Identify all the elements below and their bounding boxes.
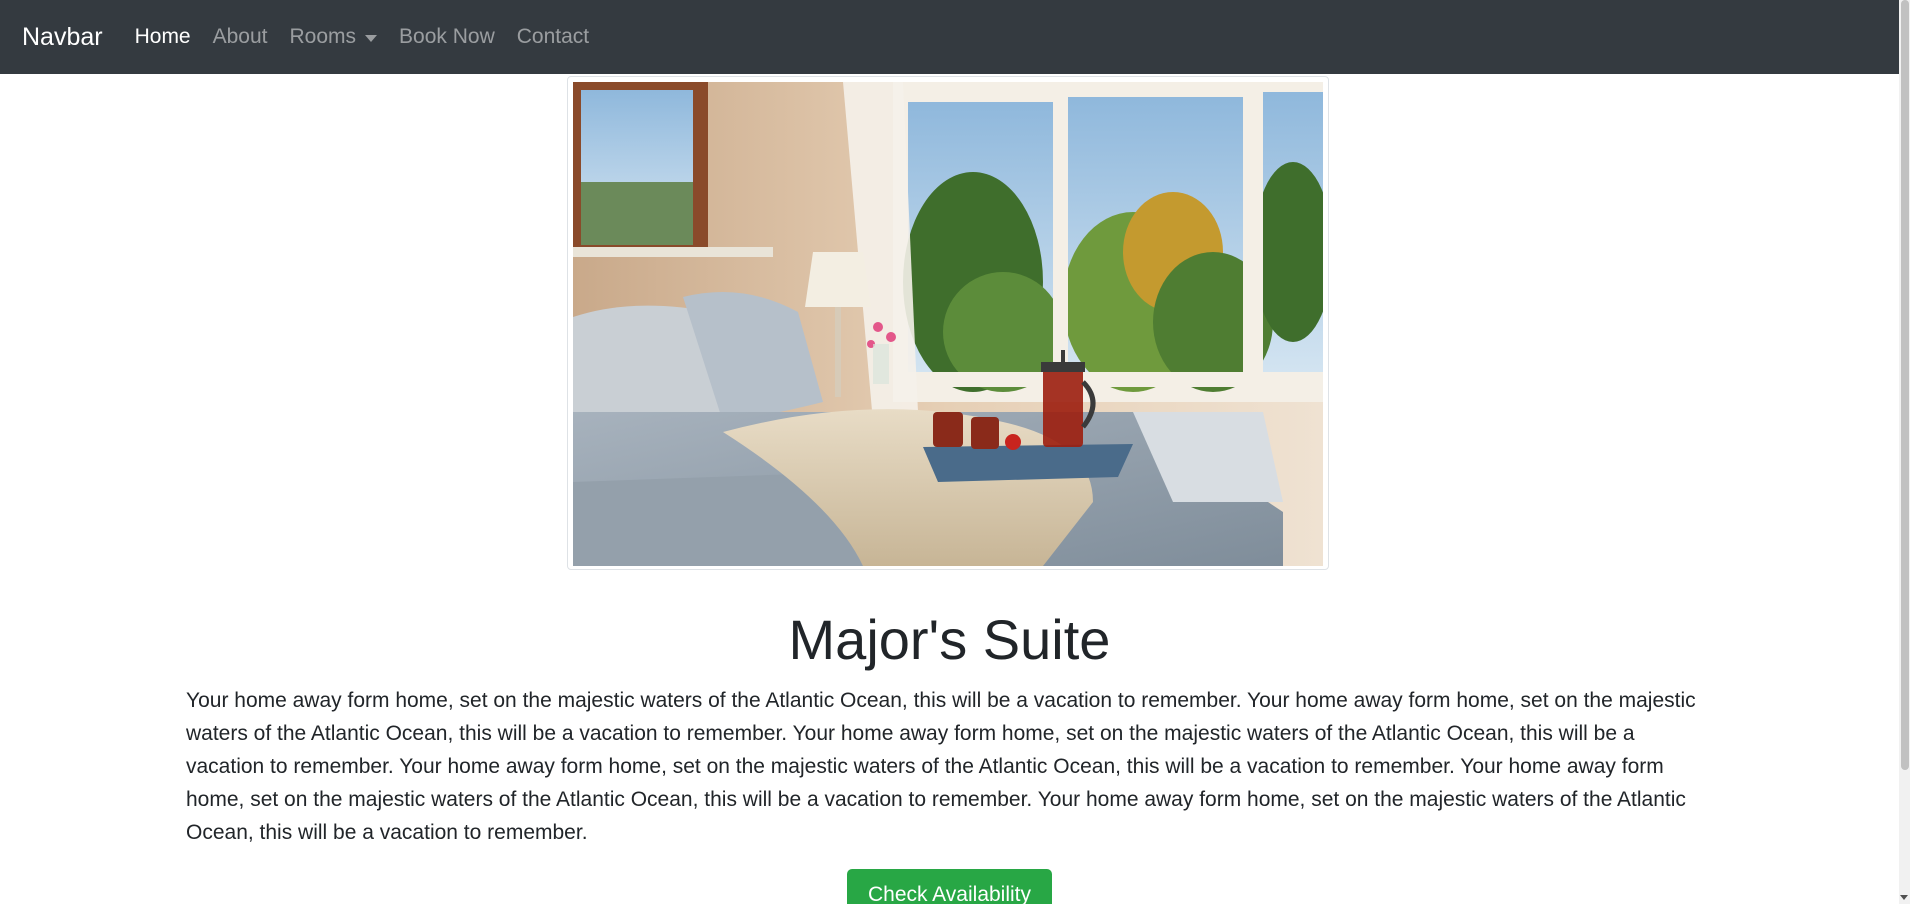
nav-link-about[interactable]: About bbox=[213, 25, 268, 49]
scrollbar-thumb[interactable] bbox=[1901, 0, 1909, 770]
nav-link-contact[interactable]: Contact bbox=[517, 25, 589, 49]
room-image-thumbnail bbox=[567, 76, 1329, 570]
caret-down-icon bbox=[365, 34, 378, 42]
nav-link-home[interactable]: Home bbox=[135, 25, 191, 49]
room-description: Your home away form home, set on the maj… bbox=[186, 689, 1696, 844]
navbar-brand[interactable]: Navbar bbox=[22, 23, 103, 52]
nav-link-rooms-label: Rooms bbox=[289, 25, 357, 48]
bedroom-photo bbox=[573, 82, 1323, 566]
nav-dropdown-rooms[interactable]: Rooms bbox=[290, 25, 378, 49]
navbar: Navbar Home About Rooms Book Now Contact bbox=[0, 0, 1899, 74]
check-availability-button[interactable]: Check Availability bbox=[847, 869, 1052, 904]
nav-links: Home About Rooms Book Now Contact bbox=[135, 25, 612, 49]
bedroom-photo-illustration bbox=[573, 82, 1323, 566]
page-scrollbar[interactable] bbox=[1899, 0, 1910, 904]
nav-link-book-now[interactable]: Book Now bbox=[399, 25, 495, 49]
page: Navbar Home About Rooms Book Now Contact bbox=[0, 0, 1910, 904]
room-title: Major's Suite bbox=[788, 608, 1111, 671]
scroll-down-arrow-icon[interactable] bbox=[1900, 895, 1908, 900]
